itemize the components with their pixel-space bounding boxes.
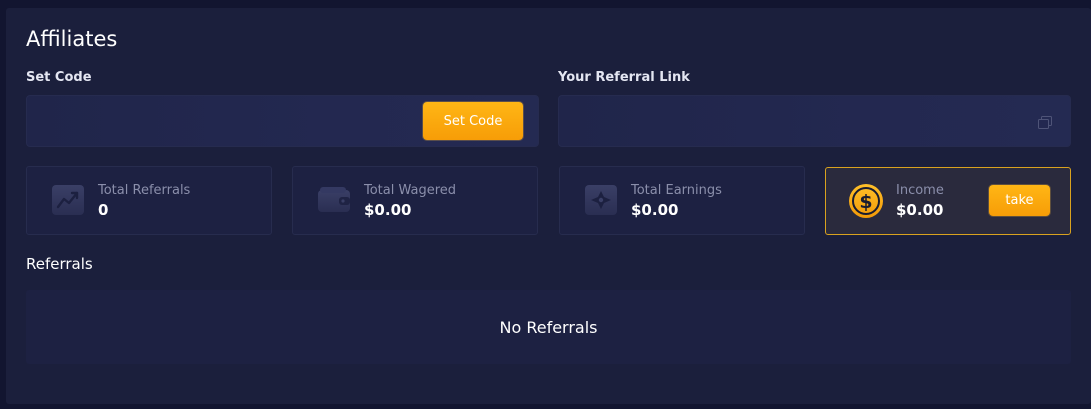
referral-link-input[interactable] [559, 96, 1019, 146]
stat-card-total-earnings: Total Earnings $0.00 [559, 166, 805, 235]
take-button[interactable]: take [989, 185, 1050, 216]
stat-value: $0.00 [364, 201, 412, 219]
empty-state-text: No Referrals [499, 317, 598, 337]
set-code-label: Set Code [26, 70, 92, 85]
stat-value: $0.00 [631, 201, 679, 219]
referrals-list: No Referrals [26, 290, 1071, 364]
set-code-button[interactable]: Set Code [423, 102, 523, 140]
income-card: $ Income $0.00 take [825, 167, 1071, 235]
stat-card-total-referrals: Total Referrals 0 [26, 166, 272, 235]
chart-line-icon [52, 185, 84, 215]
income-value: $0.00 [896, 201, 944, 219]
stat-label: Total Earnings [631, 183, 722, 198]
copy-icon[interactable] [1038, 116, 1052, 129]
dollar-coin-icon: $ [849, 184, 883, 218]
referrals-title: Referrals [26, 255, 93, 273]
diamond-icon [585, 185, 617, 215]
stat-label: Total Referrals [98, 183, 191, 198]
referral-link-label: Your Referral Link [558, 70, 690, 85]
referral-link-field [558, 95, 1071, 147]
svg-text:$: $ [859, 191, 872, 213]
stat-card-total-wagered: Total Wagered $0.00 [292, 166, 538, 235]
stat-label: Total Wagered [364, 183, 457, 198]
page-title: Affiliates [26, 27, 118, 51]
income-label: Income [896, 183, 944, 198]
wallet-icon [318, 187, 350, 212]
set-code-field: Set Code [26, 95, 539, 147]
set-code-input[interactable] [27, 96, 417, 146]
stat-value: 0 [98, 201, 109, 219]
